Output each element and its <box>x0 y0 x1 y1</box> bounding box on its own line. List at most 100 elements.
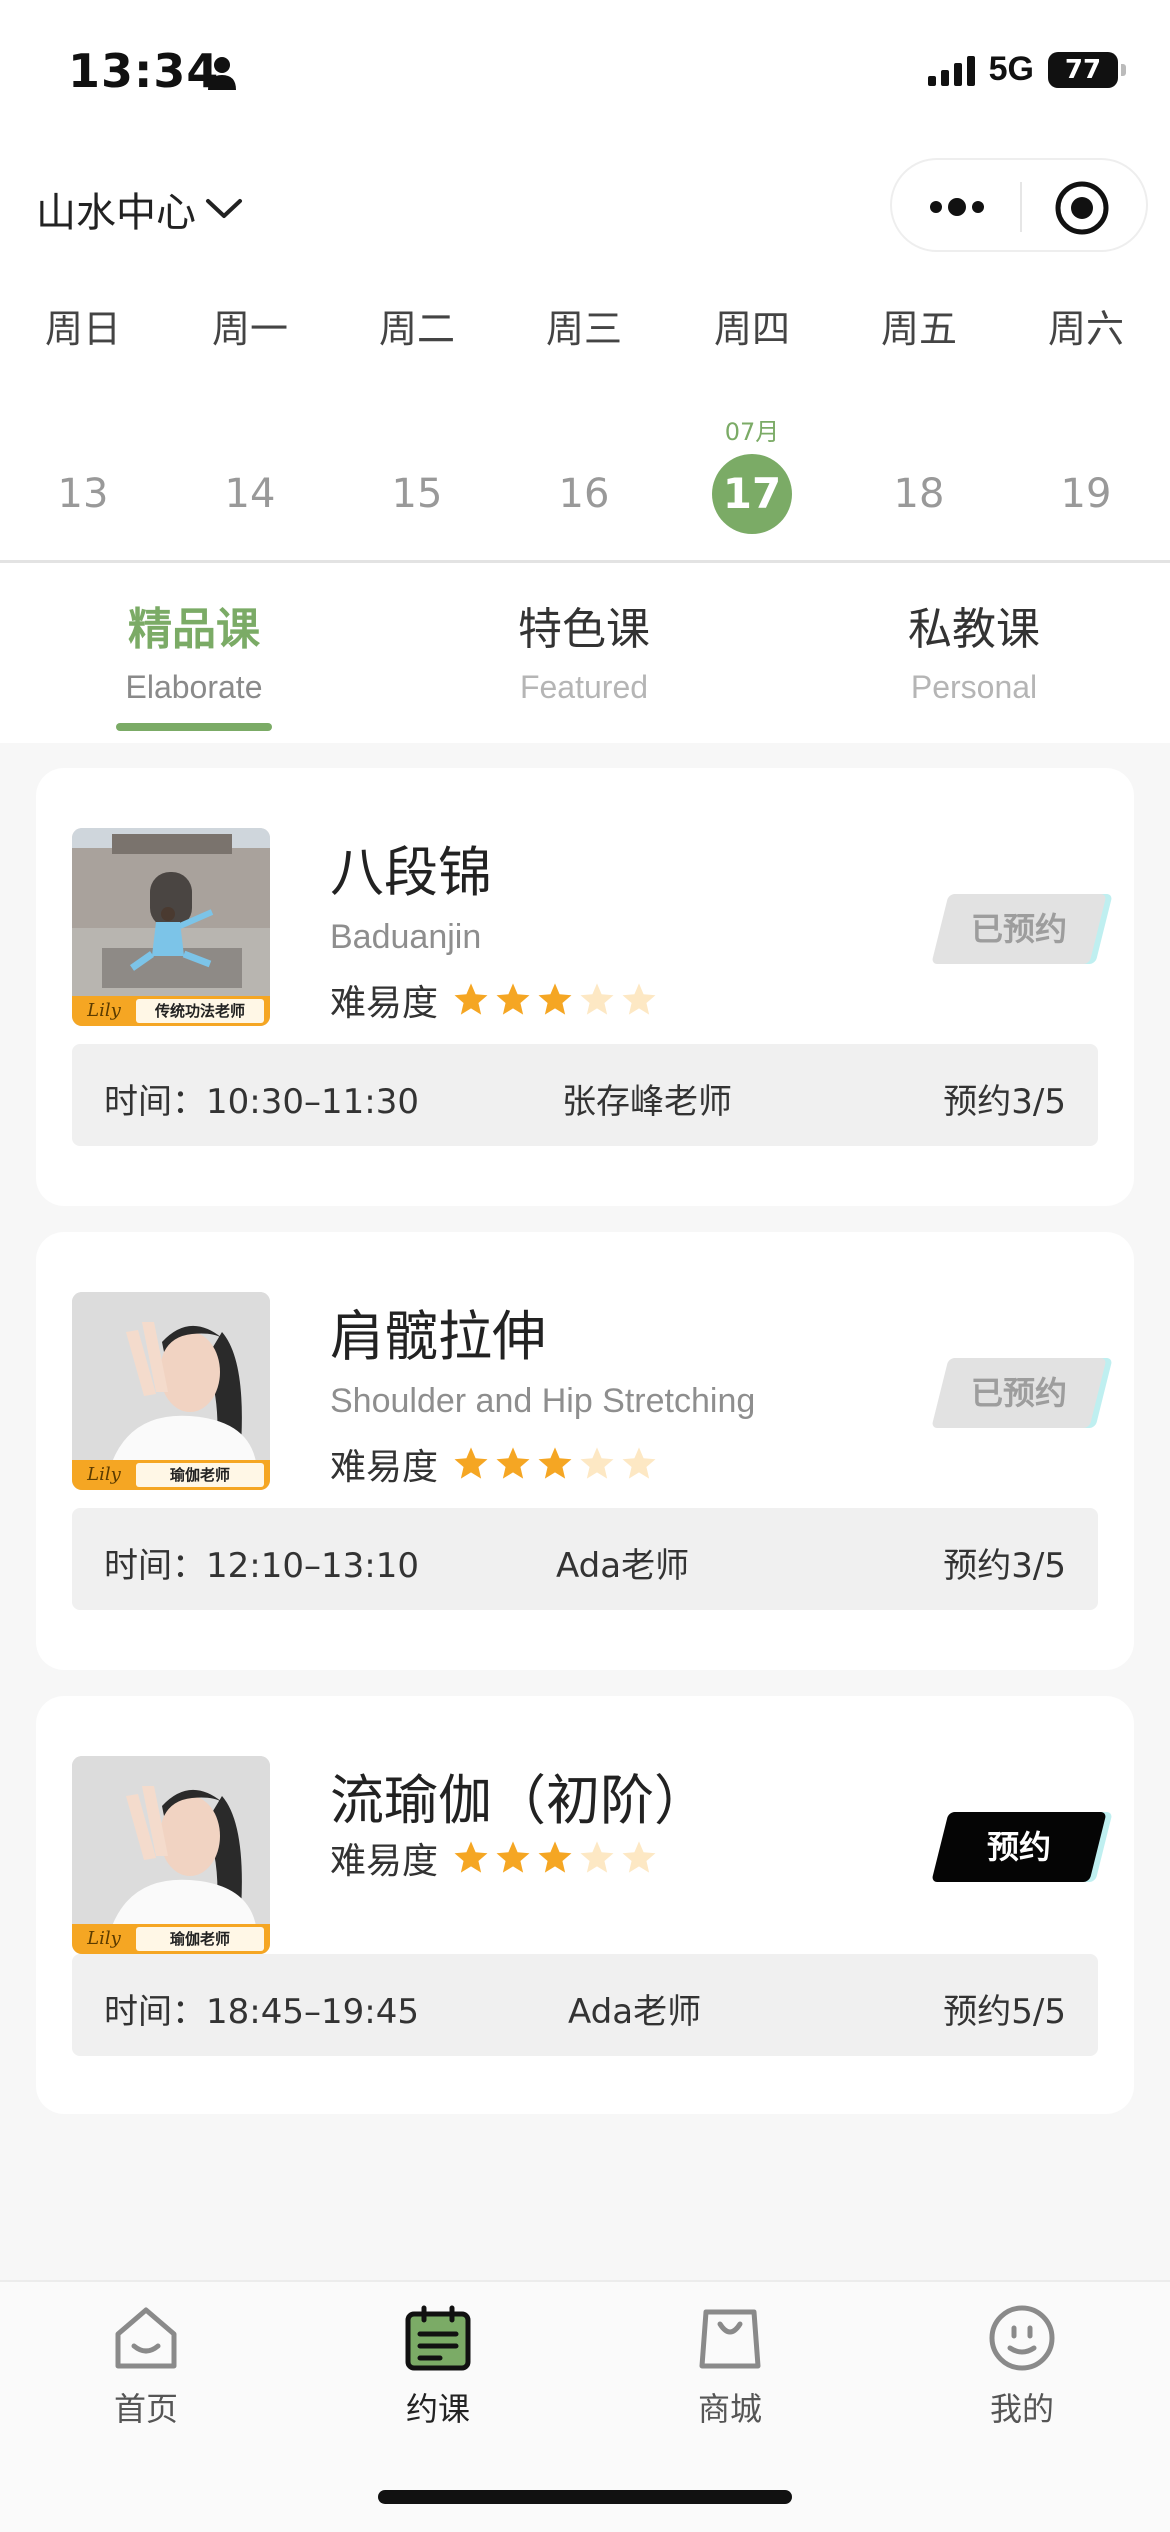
tab-elaborate[interactable]: 精品课 Elaborate <box>44 593 344 706</box>
calendar-icon <box>405 2305 471 2371</box>
star-rating <box>452 1445 662 1483</box>
star-filled-icon <box>496 1841 530 1873</box>
course-teacher: Ada老师 <box>556 1546 690 1586</box>
tab-title: 精品课 <box>128 604 260 655</box>
booked-button[interactable]: 已预约 <box>931 1358 1113 1428</box>
booking-count: 预约3/5 <box>943 1082 1066 1122</box>
weekday-label: 周四 <box>713 307 790 351</box>
difficulty-label: 难易度 <box>330 1447 439 1488</box>
date-15[interactable]: 15 <box>377 454 457 534</box>
more-icon[interactable] <box>922 180 992 234</box>
tab-booking[interactable]: 约课 <box>338 2300 538 2430</box>
person-icon <box>208 57 236 90</box>
battery-icon: 77 <box>1048 51 1126 88</box>
star-filled-icon <box>454 1447 488 1479</box>
tab-label: 我的 <box>989 2390 1054 2428</box>
course-subtitle: Shoulder and Hip Stretching <box>330 1382 756 1420</box>
star-filled-icon <box>454 983 488 1015</box>
thumbnail-logo: Lily <box>87 1000 121 1021</box>
date-17-selected[interactable]: 17 <box>712 454 792 534</box>
tab-featured[interactable]: 特色课 Featured <box>434 593 734 706</box>
course-info-bar: 时间：18:45–19:45 Ada老师 预约5/5 <box>72 1954 1098 2056</box>
star-empty-icon <box>580 1447 614 1479</box>
course-time: 时间：10:30–11:30 <box>104 1082 419 1122</box>
thumbnail-tag-text: 瑜伽老师 <box>136 1927 264 1951</box>
chevron-down-icon <box>206 199 242 218</box>
star-empty-icon <box>580 983 614 1015</box>
tab-label: 约课 <box>405 2390 470 2428</box>
star-empty-icon <box>622 1841 656 1873</box>
star-empty-icon <box>580 1841 614 1873</box>
thumbnail-tag: Lily 瑜伽老师 <box>72 1924 270 1954</box>
center-selector[interactable]: 山水中心 <box>36 180 244 238</box>
course-time: 时间：12:10–13:10 <box>104 1546 419 1586</box>
course-teacher: 张存峰老师 <box>562 1082 732 1122</box>
status-indicators: 5G 77 <box>927 50 1126 89</box>
course-card[interactable]: Lily 瑜伽老师 肩髋拉伸 Shoulder and Hip Stretchi… <box>36 1232 1134 1670</box>
difficulty-label: 难易度 <box>330 1841 439 1882</box>
tab-subtitle: Featured <box>519 669 649 705</box>
status-time: 13:34 <box>68 44 220 98</box>
booked-button[interactable]: 已预约 <box>931 894 1113 964</box>
date-13[interactable]: 13 <box>43 454 123 534</box>
tab-title: 特色课 <box>518 604 650 655</box>
star-empty-icon <box>622 1447 656 1479</box>
star-filled-icon <box>454 1841 488 1873</box>
profile-icon <box>989 2305 1055 2371</box>
tab-profile[interactable]: 我的 <box>922 2300 1122 2430</box>
weekday-label: 周三 <box>545 307 622 351</box>
date-14[interactable]: 14 <box>210 454 290 534</box>
button-label: 预约 <box>986 1828 1051 1866</box>
active-tab-underline <box>116 723 272 731</box>
tab-shop[interactable]: 商城 <box>630 2300 830 2430</box>
date-19[interactable]: 19 <box>1046 454 1126 534</box>
thumbnail-tag: Lily 瑜伽老师 <box>72 1460 270 1490</box>
difficulty-label: 难易度 <box>330 983 439 1024</box>
tab-home[interactable]: 首页 <box>46 2300 246 2430</box>
course-card[interactable]: Lily 传统功法老师 八段锦 Baduanjin 难易度 已预约 时间：10:… <box>36 768 1134 1206</box>
home-icon <box>115 2307 177 2369</box>
tab-personal[interactable]: 私教课 Personal <box>824 593 1124 706</box>
close-miniprogram-icon[interactable] <box>1052 178 1112 238</box>
weekday-label: 周二 <box>378 307 455 351</box>
difficulty-rating: 难易度 <box>330 974 662 1026</box>
tab-label: 商城 <box>697 2390 762 2428</box>
booking-count: 预约3/5 <box>943 1546 1066 1586</box>
network-label: 5G <box>988 50 1034 88</box>
thumbnail-tag-text: 瑜伽老师 <box>136 1463 264 1487</box>
date-18[interactable]: 18 <box>879 454 959 534</box>
home-indicator <box>378 2490 792 2504</box>
course-card[interactable]: Lily 瑜伽老师 流瑜伽（初阶） 难易度 预约 时间：18:45–19:45 … <box>36 1696 1134 2114</box>
tab-title: 私教课 <box>908 604 1040 655</box>
booking-count: 预约5/5 <box>943 1992 1066 2032</box>
battery-level: 77 <box>1064 54 1102 85</box>
course-thumbnail: Lily 传统功法老师 <box>72 828 270 1026</box>
thumbnail-tag-text: 传统功法老师 <box>136 999 264 1023</box>
thumbnail-logo: Lily <box>87 1464 121 1485</box>
course-thumbnail: Lily 瑜伽老师 <box>72 1756 270 1954</box>
month-label: 07月 <box>724 418 780 446</box>
course-title: 八段锦 <box>330 841 492 904</box>
star-filled-icon <box>496 1447 530 1479</box>
center-name: 山水中心 <box>36 190 196 236</box>
course-teacher: Ada老师 <box>568 1992 702 2032</box>
course-info-bar: 时间：12:10–13:10 Ada老师 预约3/5 <box>72 1508 1098 1610</box>
date-16[interactable]: 16 <box>544 454 624 534</box>
star-rating <box>452 981 662 1019</box>
shopping-bag-icon <box>699 2309 761 2369</box>
weekday-label: 周五 <box>880 307 957 351</box>
weekday-label: 周一 <box>211 307 288 351</box>
date-row: 13 14 15 16 17 18 19 <box>0 454 1170 534</box>
course-thumbnail: Lily 瑜伽老师 <box>72 1292 270 1490</box>
course-time: 时间：18:45–19:45 <box>104 1992 419 2032</box>
star-filled-icon <box>538 1841 572 1873</box>
difficulty-rating: 难易度 <box>330 1438 662 1490</box>
thumbnail-tag: Lily 传统功法老师 <box>72 996 270 1026</box>
book-button[interactable]: 预约 <box>931 1812 1113 1882</box>
signal-icon <box>927 54 975 86</box>
star-filled-icon <box>496 983 530 1015</box>
course-info-bar: 时间：10:30–11:30 张存峰老师 预约3/5 <box>72 1044 1098 1146</box>
tab-subtitle: Elaborate <box>125 669 263 705</box>
course-title: 流瑜伽（初阶） <box>330 1769 708 1832</box>
star-filled-icon <box>538 983 572 1015</box>
